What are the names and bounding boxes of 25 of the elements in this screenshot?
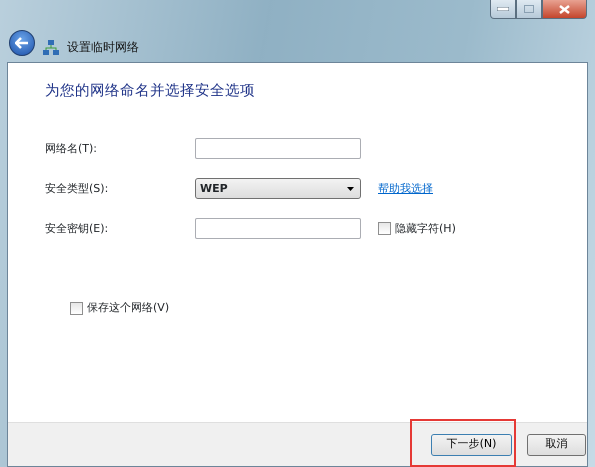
checkbox-label: 保存这个网络(V) bbox=[87, 300, 170, 316]
close-button[interactable] bbox=[542, 0, 587, 19]
name-field[interactable] bbox=[195, 138, 361, 160]
field-label: 安全密钥(E): bbox=[45, 220, 110, 236]
minimize-icon bbox=[497, 7, 509, 11]
caret-icon bbox=[347, 186, 354, 191]
cancel-button[interactable]: 取消 bbox=[527, 434, 586, 456]
field-label: 网络名(T): bbox=[45, 140, 98, 156]
key-field[interactable] bbox=[195, 218, 361, 240]
security-type-dropdown[interactable]: WEP bbox=[195, 178, 361, 200]
checkbox[interactable] bbox=[378, 222, 391, 236]
checkbox[interactable] bbox=[70, 302, 83, 314]
maximize-icon bbox=[524, 5, 534, 13]
close-icon bbox=[559, 4, 570, 14]
next-button[interactable]: 下一步(N) bbox=[431, 434, 512, 456]
back-button[interactable] bbox=[9, 30, 35, 56]
network-icon bbox=[43, 40, 59, 56]
checkbox-label: 隐藏字符(H) bbox=[395, 220, 456, 236]
maximize-button[interactable] bbox=[516, 0, 542, 19]
minimize-button[interactable] bbox=[490, 0, 516, 19]
back-arrow-icon bbox=[15, 37, 29, 49]
field-label: 安全类型(S): bbox=[45, 180, 110, 196]
window-title: 设置临时网络 bbox=[67, 39, 139, 56]
page-heading: 为您的网络命名并选择安全选项 bbox=[45, 82, 256, 101]
help-link[interactable]: 帮助我选择 bbox=[378, 180, 433, 197]
